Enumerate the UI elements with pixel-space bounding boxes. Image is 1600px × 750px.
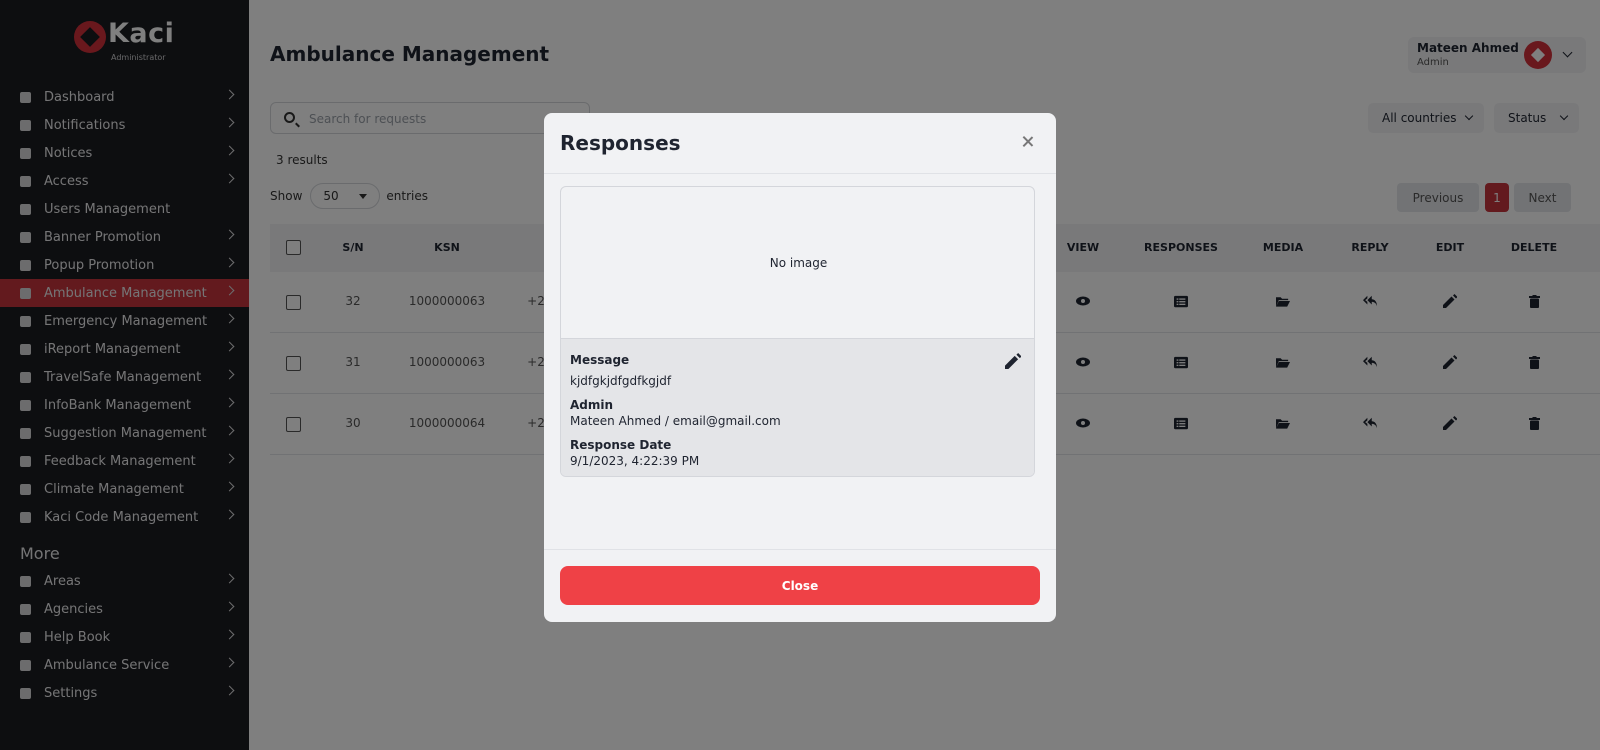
response-card: No image Message kjdfgkjdfgdfkgjdf Admin… bbox=[560, 186, 1035, 477]
modal-divider bbox=[544, 549, 1056, 550]
response-date-value: 9/1/2023, 4:22:39 PM bbox=[570, 454, 700, 468]
response-details: Message kjdfgkjdfgdfkgjdf Admin Mateen A… bbox=[561, 339, 1034, 476]
edit-icon[interactable] bbox=[1005, 353, 1022, 369]
response-image-placeholder: No image bbox=[561, 187, 1034, 339]
modal-divider bbox=[544, 173, 1056, 174]
no-image-text: No image bbox=[769, 255, 828, 270]
message-label: Message bbox=[570, 353, 630, 367]
message-value: kjdfgkjdfgdfkgjdf bbox=[570, 374, 672, 388]
responses-modal: Responses No image Message kjdfgkjdfgdfk… bbox=[544, 113, 1056, 622]
response-date-label: Response Date bbox=[570, 438, 672, 452]
modal-title: Responses bbox=[560, 131, 681, 155]
close-icon[interactable] bbox=[1021, 135, 1035, 149]
admin-value: Mateen Ahmed / email@gmail.com bbox=[570, 414, 781, 428]
admin-label: Admin bbox=[570, 398, 614, 412]
close-button[interactable]: Close bbox=[560, 566, 1040, 605]
